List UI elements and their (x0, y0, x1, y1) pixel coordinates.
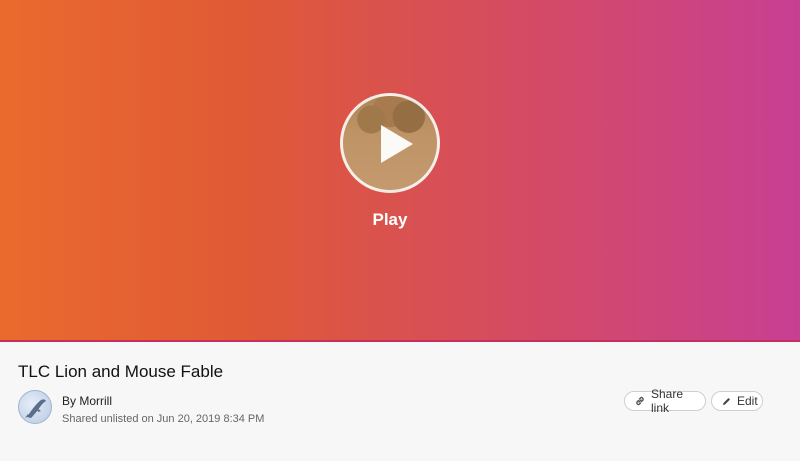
shared-status: Shared unlisted on Jun 20, 2019 8:34 PM (62, 413, 265, 425)
author-name[interactable]: Morrill (79, 394, 112, 408)
byline: By Morrill (62, 394, 112, 408)
avatar[interactable] (18, 390, 52, 424)
edit-button[interactable]: Edit (711, 391, 763, 411)
play-button[interactable] (340, 93, 440, 193)
play-label[interactable]: Play (340, 210, 440, 230)
video-hero: Play (0, 0, 800, 340)
video-info: TLC Lion and Mouse Fable By Morrill Shar… (0, 342, 800, 461)
dolphin-icon (25, 399, 46, 418)
share-link-button[interactable]: Share link (624, 387, 706, 415)
edit-label: Edit (737, 394, 758, 408)
video-title: TLC Lion and Mouse Fable (18, 362, 224, 381)
play-icon (381, 125, 413, 163)
byline-prefix: By (62, 394, 80, 408)
pencil-icon (723, 397, 730, 405)
share-link-label: Share link (651, 387, 684, 415)
link-icon (636, 396, 644, 406)
